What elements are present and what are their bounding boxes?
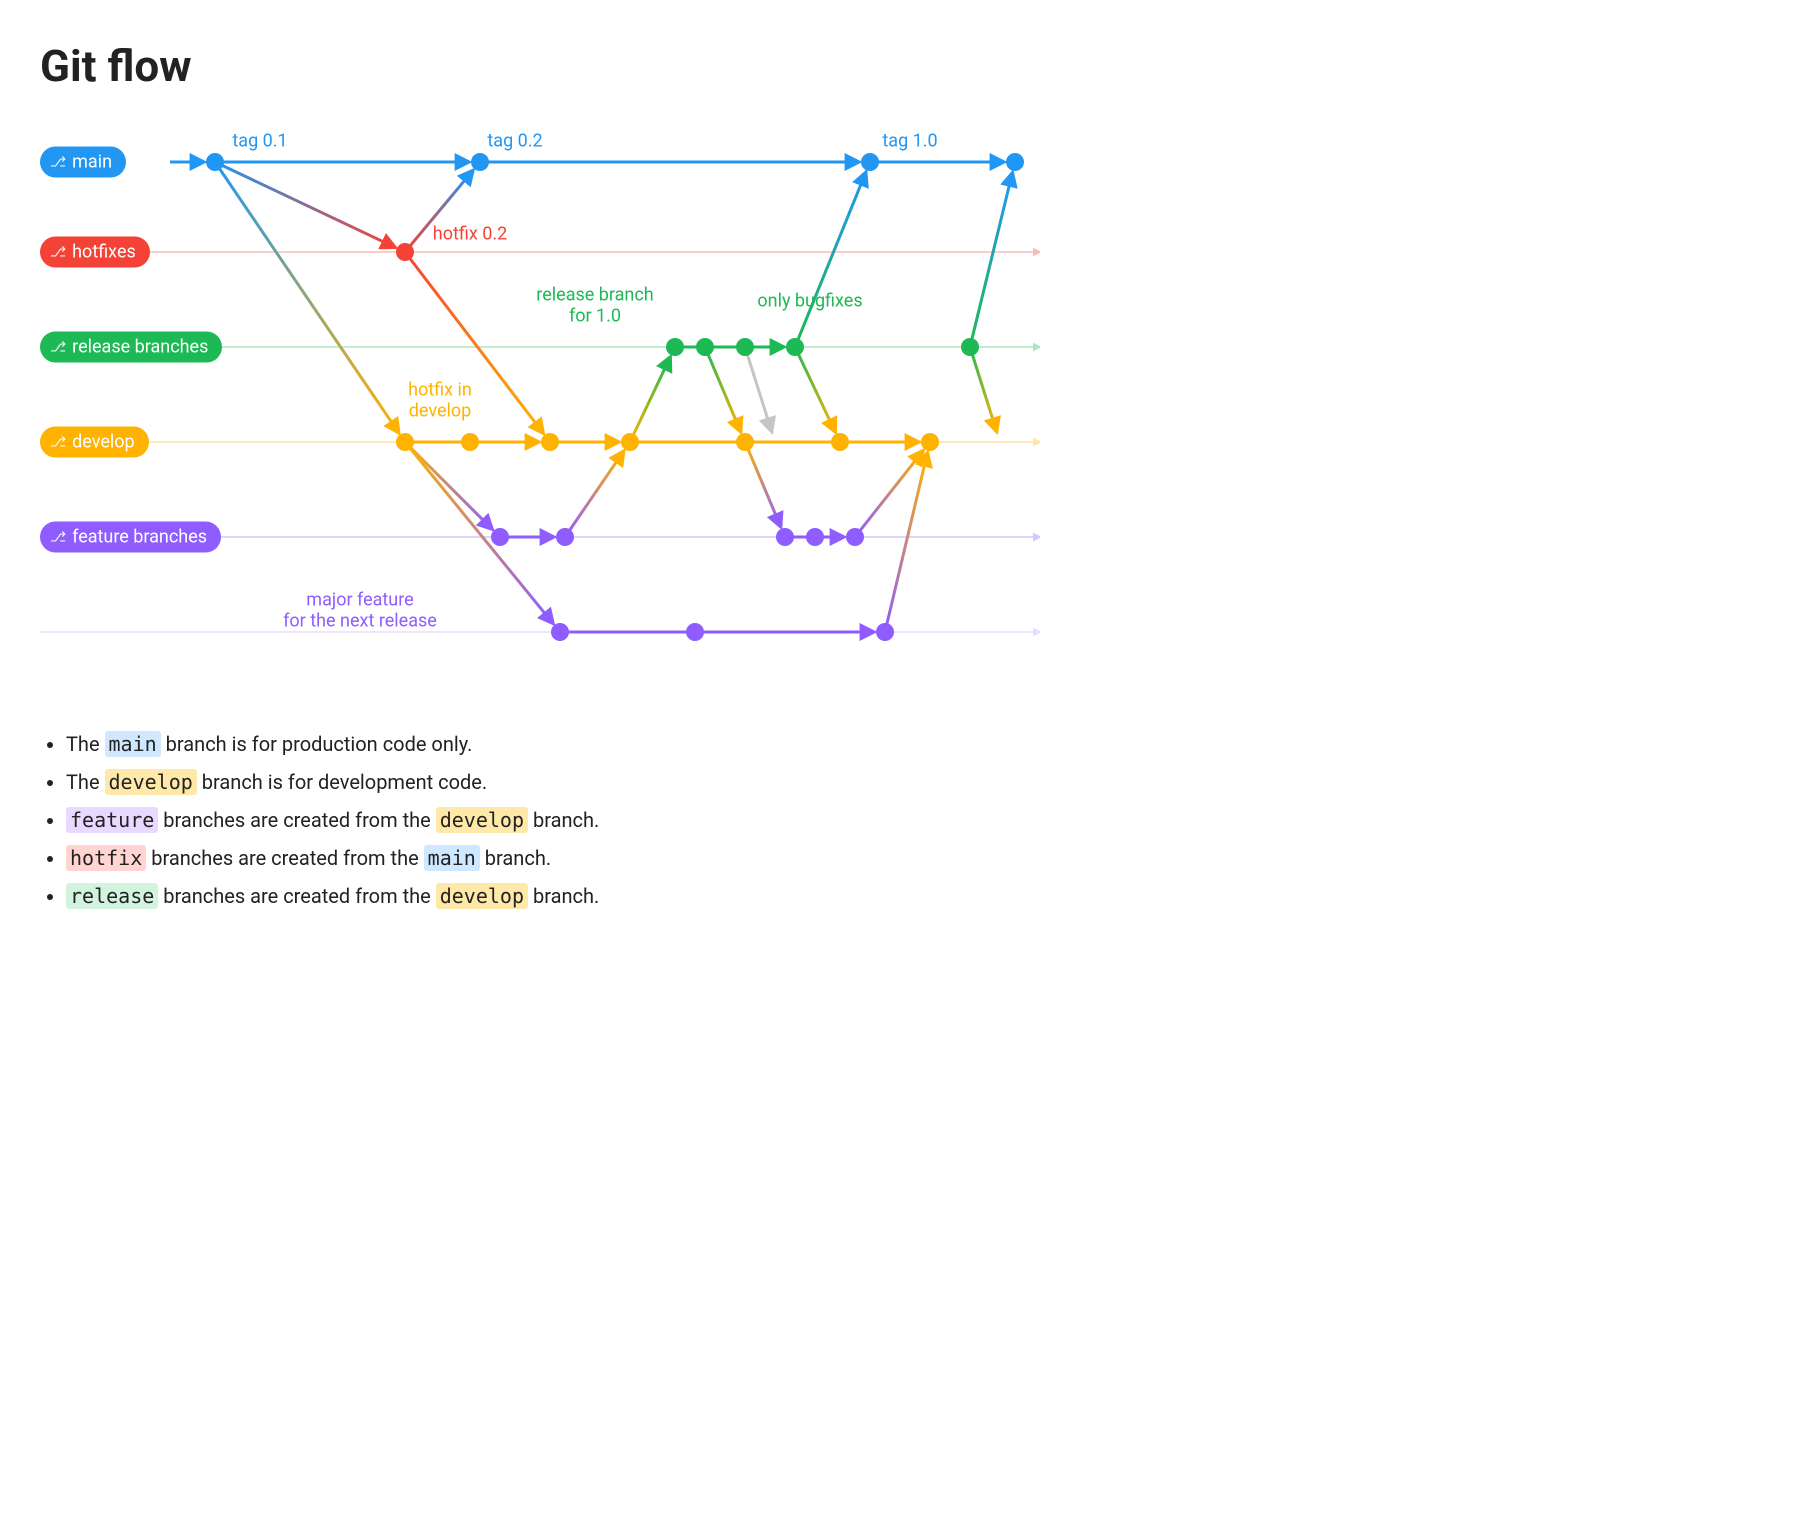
commit-m4 — [1006, 153, 1024, 171]
commit-d6 — [831, 433, 849, 451]
branch-icon: ⎇ — [50, 529, 66, 545]
code-release: release — [66, 883, 158, 909]
commit-r4 — [786, 338, 804, 356]
edge-release_to_develop — [705, 347, 741, 432]
branch-pill-release: ⎇ release branches — [40, 332, 222, 363]
diagram-label: major featurefor the next release — [283, 591, 437, 632]
bullet-release: release branches are created from the de… — [66, 884, 1760, 908]
edge-feature_to_develop — [565, 451, 624, 537]
branch-pill-develop: ⎇ develop — [40, 427, 149, 458]
description-list: The main branch is for production code o… — [40, 732, 1760, 908]
code-feature: feature — [66, 807, 158, 833]
branch-icon: ⎇ — [50, 339, 66, 355]
code-main: main — [424, 845, 480, 871]
diagram-label: only bugfixes — [757, 291, 862, 312]
commit-g1 — [551, 623, 569, 641]
edge-feature_to_develop — [855, 451, 923, 537]
edge-release_to_main — [970, 173, 1012, 347]
bullet-main: The main branch is for production code o… — [66, 732, 1760, 756]
diagram-label: release branchfor 1.0 — [536, 286, 653, 327]
commit-r1 — [666, 338, 684, 356]
commit-h1 — [396, 243, 414, 261]
commit-g3 — [876, 623, 894, 641]
edge-develop_to_release — [630, 357, 670, 442]
commit-d4 — [621, 433, 639, 451]
branch-pill-feature: ⎇ feature branches — [40, 522, 221, 553]
commit-f2 — [556, 528, 574, 546]
page-title: Git flow — [40, 40, 1760, 92]
diagram-label: hotfix indevelop — [408, 381, 472, 422]
branch-icon: ⎇ — [50, 434, 66, 450]
branch-pill-label: feature branches — [72, 527, 207, 548]
commit-f3 — [776, 528, 794, 546]
commit-d2 — [461, 433, 479, 451]
bullet-hotfix: hotfix branches are created from the mai… — [66, 846, 1760, 870]
edge-develop_to_feature — [745, 442, 781, 527]
commit-m2 — [471, 153, 489, 171]
commit-d5 — [736, 433, 754, 451]
edge-feature_to_develop — [885, 453, 927, 632]
commit-f4 — [806, 528, 824, 546]
bullet-feature: feature branches are created from the de… — [66, 808, 1760, 832]
code-develop: develop — [436, 883, 528, 909]
diagram-label: hotfix 0.2 — [433, 224, 507, 245]
commit-r3 — [736, 338, 754, 356]
gitflow-diagram: ⎇main⎇hotfixes⎇release branches⎇develop⎇… — [40, 122, 1040, 682]
edge-release_to_develop_grey — [745, 347, 772, 432]
commit-f5 — [846, 528, 864, 546]
branch-pill-label: release branches — [72, 337, 208, 358]
diagram-label: tag 1.0 — [882, 131, 937, 152]
commit-f1 — [491, 528, 509, 546]
branch-icon: ⎇ — [50, 244, 66, 260]
commit-d7 — [921, 433, 939, 451]
commit-m1 — [206, 153, 224, 171]
commit-m3 — [861, 153, 879, 171]
edge-develop_to_feature — [405, 442, 492, 529]
code-develop: develop — [105, 769, 197, 795]
bullet-develop: The develop branch is for development co… — [66, 770, 1760, 794]
branch-icon: ⎇ — [50, 154, 66, 170]
edge-release_to_develop — [970, 347, 997, 432]
commit-r2 — [696, 338, 714, 356]
branch-pill-label: hotfixes — [72, 242, 136, 263]
gitflow-svg — [40, 122, 1040, 682]
diagram-label: tag 0.2 — [487, 131, 542, 152]
commit-d1 — [396, 433, 414, 451]
diagram-label: tag 0.1 — [232, 131, 287, 152]
commit-r5 — [961, 338, 979, 356]
code-hotfix: hotfix — [66, 845, 146, 871]
branch-pill-main: ⎇ main — [40, 147, 126, 178]
edge-main_to_hotfix — [215, 162, 395, 247]
commit-d3 — [541, 433, 559, 451]
branch-pill-label: develop — [72, 432, 134, 453]
edge-main_to_develop — [215, 162, 399, 433]
branch-pill-label: main — [72, 152, 112, 173]
edge-release_to_develop — [795, 347, 835, 432]
code-develop: develop — [436, 807, 528, 833]
branch-pill-hotfix: ⎇ hotfixes — [40, 237, 150, 268]
code-main: main — [105, 731, 161, 757]
edge-release_to_main — [795, 172, 866, 347]
commit-g2 — [686, 623, 704, 641]
